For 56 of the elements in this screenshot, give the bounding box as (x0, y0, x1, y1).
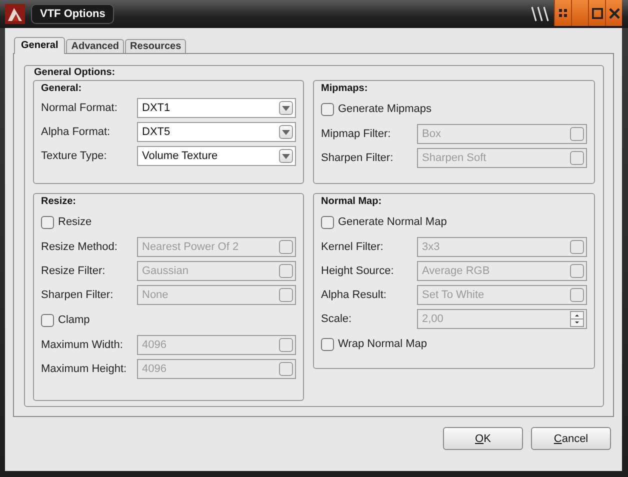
app-icon (5, 4, 25, 24)
dropdown-button (279, 362, 293, 376)
dialog-button[interactable]: OK (443, 427, 523, 450)
group-title: Mipmaps: (321, 83, 368, 95)
checkbox-label: Generate Normal Map (338, 216, 447, 228)
maximize-button[interactable] (588, 0, 605, 26)
checkbox-label: Generate Mipmaps (338, 103, 432, 115)
field-label: Height Source: (321, 265, 395, 277)
field-label: Scale: (321, 313, 353, 325)
dropdown-button (570, 151, 584, 165)
field-label: Alpha Format: (41, 126, 112, 138)
dropdown-button (279, 264, 293, 278)
field-label: Texture Type: (41, 150, 108, 162)
dropdown-button (279, 240, 293, 254)
maximize-icon (592, 8, 602, 18)
group-title: Resize: (41, 196, 76, 208)
checkbox[interactable] (321, 216, 334, 228)
group-title: General Options: (34, 66, 116, 79)
field-label: Kernel Filter: (321, 241, 384, 253)
field-label: Resize Method: (41, 241, 118, 253)
dropdown-button (570, 264, 584, 278)
checkbox[interactable] (41, 314, 54, 326)
window-title: VTF Options (31, 4, 114, 24)
field-label: Resize Filter: (41, 265, 106, 277)
dropdown[interactable]: DXT1 (137, 98, 296, 118)
dropdown-button (570, 288, 584, 302)
field-label: Sharpen Filter: (321, 152, 394, 164)
tab[interactable]: Advanced (66, 39, 124, 53)
field-label: Mipmap Filter: (321, 128, 392, 140)
close-icon (608, 8, 620, 18)
field-label: Maximum Height: (41, 363, 128, 375)
field-label: Normal Format: (41, 102, 118, 114)
grid-icon (558, 8, 568, 18)
grip-icon (530, 5, 552, 23)
tab[interactable]: Resources (125, 39, 186, 53)
pin-button[interactable] (554, 0, 571, 26)
dropdown-button (279, 338, 293, 352)
dropdown[interactable]: DXT5 (137, 122, 296, 142)
tab[interactable]: General (14, 37, 66, 54)
field-label: Maximum Width: (41, 339, 124, 351)
dialog-button[interactable]: Cancel (531, 427, 611, 450)
close-button[interactable] (605, 0, 622, 26)
checkbox-label: Resize (58, 216, 92, 228)
dropdown[interactable]: Volume Texture (137, 146, 296, 166)
checkbox[interactable] (41, 216, 54, 228)
checkbox[interactable] (321, 338, 334, 350)
dropdown-button (279, 288, 293, 302)
dropdown-button (570, 240, 584, 254)
field-label: Sharpen Filter: (41, 289, 114, 301)
checkbox-label: Wrap Normal Map (338, 338, 428, 350)
group-title: Normal Map: (321, 196, 382, 208)
field-label: Alpha Result: (321, 289, 388, 301)
checkbox-label: Clamp (58, 314, 90, 326)
dropdown-button (570, 127, 584, 141)
group-title: General: (41, 83, 82, 95)
checkbox[interactable] (321, 102, 334, 116)
